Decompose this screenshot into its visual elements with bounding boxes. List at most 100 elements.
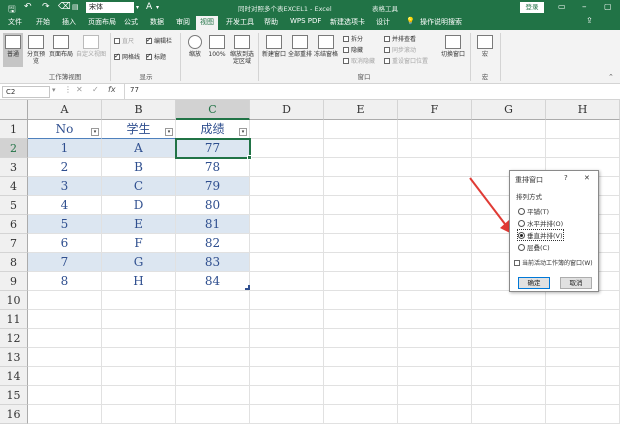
row-header[interactable]: 9	[0, 272, 28, 291]
empty-cell[interactable]	[324, 329, 398, 348]
column-header-d[interactable]: D	[250, 100, 324, 120]
headings-checkbox[interactable]: 标题	[146, 52, 166, 61]
empty-cell[interactable]	[250, 329, 324, 348]
empty-cell[interactable]	[28, 329, 102, 348]
empty-cell[interactable]	[546, 291, 620, 310]
zoom-button[interactable]: 缩放	[184, 35, 206, 58]
empty-cell[interactable]	[398, 329, 472, 348]
tab-help[interactable]: 帮助	[264, 17, 278, 27]
empty-cell[interactable]	[28, 310, 102, 329]
tab-new-tab[interactable]: 新建选项卡	[330, 17, 365, 27]
table-cell-no[interactable]: 7	[28, 253, 102, 272]
empty-cell[interactable]	[102, 386, 176, 405]
empty-cell[interactable]	[324, 234, 398, 253]
empty-cell[interactable]	[250, 139, 324, 158]
empty-cell[interactable]	[398, 291, 472, 310]
empty-cell[interactable]	[546, 329, 620, 348]
empty-cell[interactable]	[176, 310, 250, 329]
active-workbook-checkbox[interactable]: 当前活动工作簿的窗口(W)	[514, 258, 593, 267]
empty-cell[interactable]	[324, 348, 398, 367]
table-cell-student[interactable]: C	[102, 177, 176, 196]
column-header-c[interactable]: C	[176, 100, 250, 120]
column-header-h[interactable]: H	[546, 100, 620, 120]
freeze-panes-button[interactable]: 冻结窗格	[314, 35, 338, 58]
table-cell-student[interactable]: B	[102, 158, 176, 177]
open-icon[interactable]: ▤	[72, 3, 79, 11]
chevron-down-icon[interactable]: ▾	[136, 4, 139, 11]
undo-icon[interactable]: ↶	[24, 2, 32, 12]
column-header-b[interactable]: B	[102, 100, 176, 120]
empty-cell[interactable]	[176, 329, 250, 348]
ok-button[interactable]: 确定	[518, 277, 550, 289]
new-window-button[interactable]: 新建窗口	[262, 35, 286, 58]
empty-cell[interactable]	[398, 348, 472, 367]
empty-cell[interactable]	[324, 196, 398, 215]
empty-cell[interactable]	[546, 120, 620, 139]
option-tiled[interactable]: 平铺(T)	[518, 206, 549, 216]
row-header[interactable]: 6	[0, 215, 28, 234]
table-cell-no[interactable]: 5	[28, 215, 102, 234]
ribbon-display-icon[interactable]: ▭	[558, 2, 566, 11]
tab-formulas[interactable]: 公式	[124, 17, 138, 27]
filter-dropdown-icon[interactable]: ▾	[165, 128, 173, 136]
table-cell-student[interactable]: A	[102, 139, 176, 158]
empty-cell[interactable]	[472, 348, 546, 367]
empty-cell[interactable]	[324, 405, 398, 424]
table-resize-handle[interactable]	[245, 285, 250, 290]
row-header[interactable]: 12	[0, 329, 28, 348]
ruler-checkbox[interactable]: 直尺	[114, 36, 134, 45]
empty-cell[interactable]	[250, 386, 324, 405]
tell-me-search[interactable]: 操作说明搜索	[420, 17, 462, 27]
zoom-to-selection-button[interactable]: 缩放到选定区域	[228, 35, 256, 65]
empty-cell[interactable]	[398, 120, 472, 139]
tab-page-layout[interactable]: 页面布局	[88, 17, 116, 27]
unhide-button[interactable]: 取消隐藏	[343, 56, 375, 65]
hide-button[interactable]: 隐藏	[343, 45, 363, 54]
sync-scrolling-button[interactable]: 同步滚动	[384, 45, 416, 54]
header-cell-student[interactable]: 学生 ▾	[102, 120, 176, 139]
custom-views-button[interactable]: 自定义视图	[76, 35, 106, 58]
share-icon[interactable]: ⇪	[586, 16, 593, 25]
login-button[interactable]: 登录	[520, 2, 544, 13]
table-cell-score[interactable]: 79	[176, 177, 250, 196]
empty-cell[interactable]	[176, 367, 250, 386]
table-cell-student[interactable]: F	[102, 234, 176, 253]
empty-cell[interactable]	[28, 367, 102, 386]
tab-wps-pdf[interactable]: WPS PDF	[290, 17, 321, 25]
row-header[interactable]: 7	[0, 234, 28, 253]
empty-cell[interactable]	[324, 291, 398, 310]
empty-cell[interactable]	[324, 120, 398, 139]
filter-dropdown-icon[interactable]: ▾	[91, 128, 99, 136]
font-name-box[interactable]: 宋体	[86, 2, 134, 13]
table-cell-no[interactable]: 4	[28, 196, 102, 215]
view-side-by-side-button[interactable]: 并排查看	[384, 34, 416, 43]
column-header-a[interactable]: A	[28, 100, 102, 120]
empty-cell[interactable]	[472, 386, 546, 405]
formula-input[interactable]: 77	[130, 86, 139, 94]
empty-cell[interactable]	[28, 348, 102, 367]
empty-cell[interactable]	[250, 215, 324, 234]
empty-cell[interactable]	[324, 386, 398, 405]
switch-windows-button[interactable]: 切换窗口	[440, 35, 466, 58]
page-layout-view-button[interactable]: 页面布局	[48, 35, 74, 58]
row-header[interactable]: 3	[0, 158, 28, 177]
empty-cell[interactable]	[176, 291, 250, 310]
empty-cell[interactable]	[102, 405, 176, 424]
row-header[interactable]: 10	[0, 291, 28, 310]
empty-cell[interactable]	[102, 329, 176, 348]
table-cell-score[interactable]: 78	[176, 158, 250, 177]
row-header[interactable]: 8	[0, 253, 28, 272]
empty-cell[interactable]	[324, 310, 398, 329]
empty-cell[interactable]	[546, 405, 620, 424]
table-cell-student[interactable]: H	[102, 272, 176, 291]
empty-cell[interactable]	[546, 386, 620, 405]
table-cell-no[interactable]: 3	[28, 177, 102, 196]
chevron-down-icon[interactable]: ▾	[52, 86, 56, 94]
reset-window-position-button[interactable]: 重设窗口位置	[384, 56, 428, 65]
tab-developer[interactable]: 开发工具	[226, 17, 254, 27]
gridlines-checkbox[interactable]: 网格线	[114, 52, 140, 61]
close-icon[interactable]: ✕	[584, 174, 590, 182]
table-cell-student[interactable]: E	[102, 215, 176, 234]
empty-cell[interactable]	[398, 253, 472, 272]
collapse-ribbon-icon[interactable]: ⌃	[608, 73, 614, 81]
